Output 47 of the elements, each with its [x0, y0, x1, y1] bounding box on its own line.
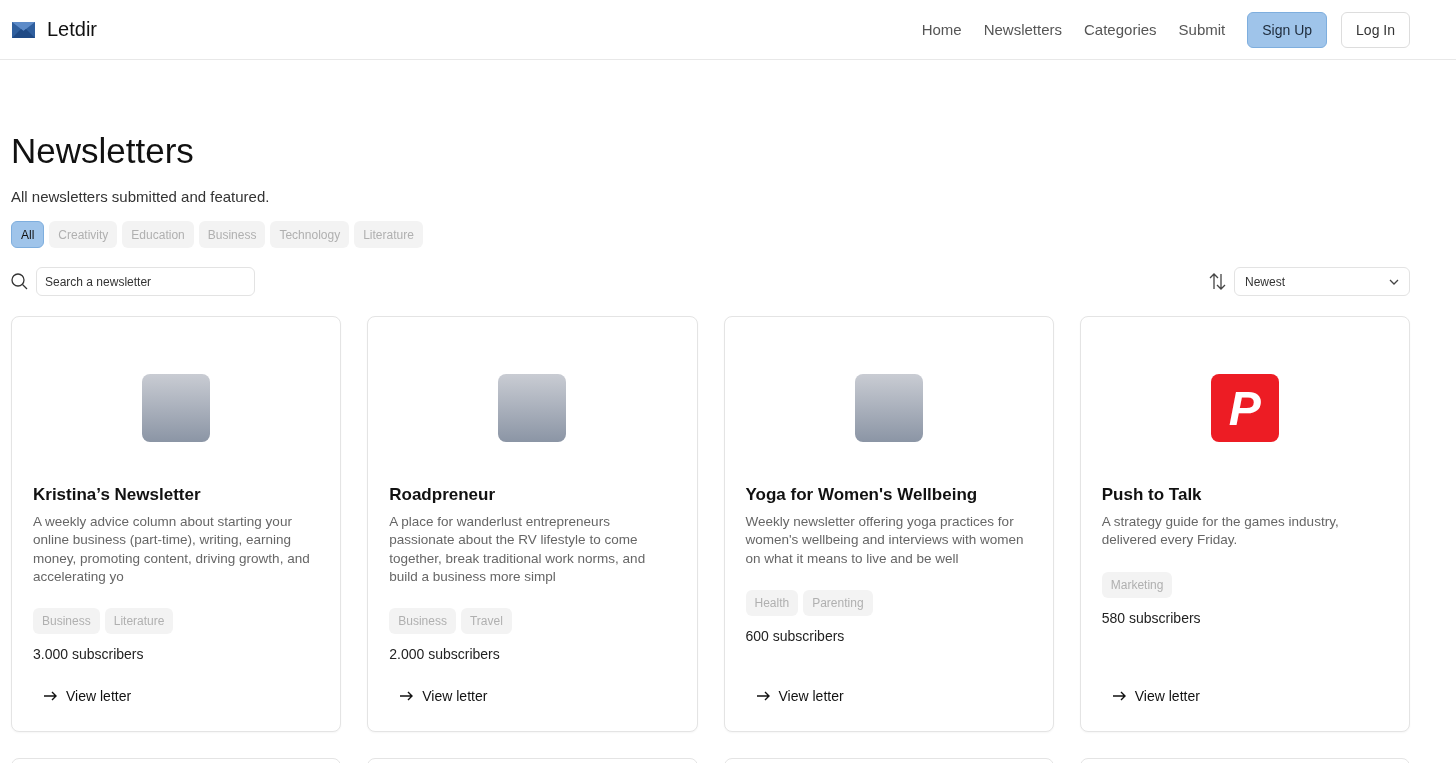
category-tag: Business — [389, 608, 456, 635]
category-filter[interactable]: All — [11, 221, 45, 248]
search-icon — [11, 273, 28, 290]
sort-icon — [1209, 273, 1226, 290]
subscriber-count: 580 subscribers — [1101, 609, 1202, 626]
view-letter-link[interactable]: View letter — [745, 688, 844, 704]
photo-placeholder — [854, 374, 923, 442]
newsletter-title: Kristina’s Newsletter — [33, 485, 202, 505]
sort-dropdown[interactable]: Newest — [1234, 267, 1410, 296]
page-title: Newsletters — [11, 130, 195, 172]
arrow-icon — [44, 691, 58, 701]
newsletter-title: Roadpreneur — [389, 485, 497, 505]
chevron-down-icon — [1389, 278, 1399, 285]
newsletter-logo: P — [1210, 374, 1279, 442]
view-letter-link[interactable]: View letter — [33, 688, 132, 704]
arrow-icon — [756, 691, 771, 701]
view-letter-link[interactable]: View letter — [1101, 688, 1200, 704]
sign-up-button[interactable]: Sign Up — [1247, 11, 1328, 48]
category-tag: Business — [33, 608, 100, 635]
nav-link[interactable]: Home — [921, 21, 962, 38]
arrow-icon — [400, 691, 415, 701]
arrow-icon — [1112, 691, 1127, 701]
nav-link[interactable]: Categories — [1084, 21, 1157, 38]
photo-placeholder — [498, 374, 567, 442]
category-tag: Literature — [104, 608, 174, 635]
newsletter-description: A weekly advice column about starting your online business (part-time), writing, earning money, promoting content, driving growth, and accelerating yo — [33, 513, 311, 586]
newsletter-title: Yoga for Women's Wellbeing — [745, 485, 979, 505]
subscriber-count: 600 subscribers — [745, 627, 846, 644]
category-tag: Parenting — [803, 589, 873, 616]
newsletter-description: A strategy guide for the games industry, delivered every Friday. — [1101, 513, 1340, 550]
newsletter-title: Push to Talk — [1101, 485, 1203, 505]
envelope-logo-icon — [12, 21, 35, 38]
log-in-button[interactable]: Log In — [1341, 11, 1410, 48]
category-tag: Travel — [460, 608, 512, 635]
site-logo-text: Letdir — [47, 18, 98, 41]
page-subtitle: All newsletters submitted and featured. — [11, 188, 271, 205]
newsletter-description: A place for wanderlust entrepreneurs passionate about the RV lifestyle to come together, break traditional work norms, and build a business more simpl — [389, 513, 647, 586]
subscriber-count: 3.000 subscribers — [33, 646, 145, 663]
view-letter-link[interactable]: View letter — [389, 688, 488, 704]
category-tag: Marketing — [1101, 571, 1173, 598]
subscriber-count: 2.000 subscribers — [389, 646, 501, 663]
search-field[interactable]: Search a newsletter — [36, 267, 255, 296]
nav-link[interactable]: Newsletters — [983, 21, 1062, 38]
nav-link[interactable]: Submit — [1178, 21, 1226, 38]
photo-placeholder — [142, 374, 211, 442]
category-tag: Health — [745, 589, 799, 616]
newsletter-description: Weekly newsletter offering yoga practices for women's wellbeing and interviews with women on what it means to live and be well — [745, 513, 1025, 568]
